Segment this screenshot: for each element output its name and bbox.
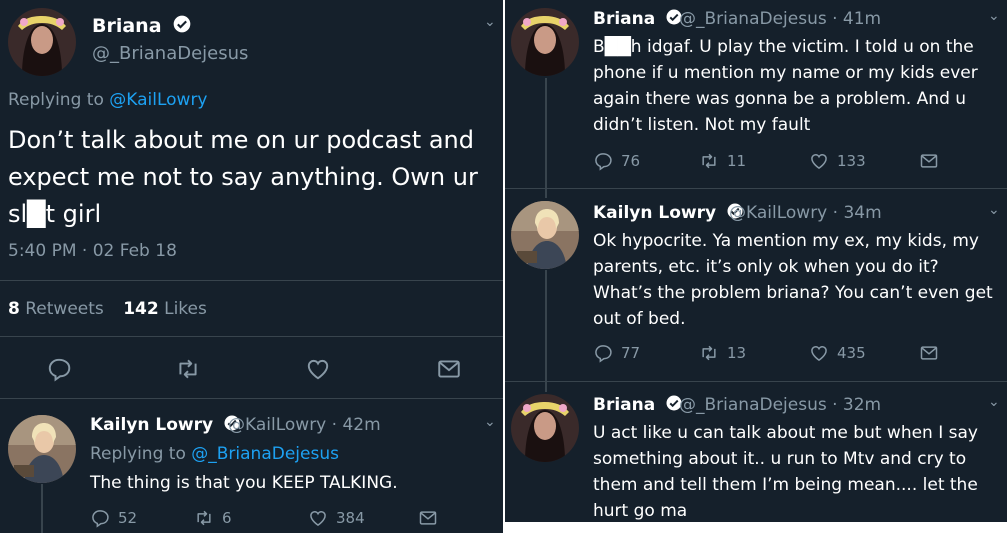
chevron-down-icon[interactable]: ⌄ — [988, 8, 1000, 24]
tweet-text: U act like u can talk about me but when … — [593, 423, 978, 521]
like-count: 435 — [837, 344, 866, 362]
retweet-icon — [699, 343, 719, 363]
dm-icon[interactable] — [436, 356, 462, 382]
retweet-button[interactable]: 11 — [699, 151, 809, 171]
like-icon — [308, 508, 328, 528]
divider — [0, 398, 503, 399]
author-handle[interactable]: @KailLowry · 34m — [729, 203, 882, 223]
thread-panel: Briana @_BrianaDejesus · 41m ⌄ B██h idga… — [505, 0, 1007, 522]
tweet-actions: 52 6 384 — [90, 508, 438, 528]
author-handle[interactable]: @_BrianaDejesus · 41m — [679, 9, 881, 29]
reply-button[interactable]: 52 — [90, 508, 194, 528]
retweet-count: 13 — [727, 344, 747, 362]
dm-icon — [919, 151, 939, 171]
divider — [0, 280, 503, 281]
dm-button[interactable] — [418, 508, 438, 528]
reply-count: 52 — [118, 509, 138, 527]
like-icon — [809, 343, 829, 363]
replying-label: Replying to — [8, 90, 104, 110]
replying-to-line: Replying to @KailLowry — [8, 90, 208, 110]
divider — [505, 381, 1007, 382]
reply-icon — [593, 343, 613, 363]
chevron-down-icon[interactable]: ⌄ — [988, 202, 1000, 218]
tweet-text: The thing is that you KEEP TALKING. — [90, 473, 398, 493]
retweet-button[interactable]: 13 — [699, 343, 809, 363]
replying-to-link[interactable]: @KailLowry — [109, 90, 207, 110]
reply-icon[interactable] — [46, 356, 72, 382]
thread-line — [41, 484, 43, 533]
avatar[interactable] — [511, 394, 579, 462]
author-name[interactable]: Kailyn Lowry — [90, 414, 241, 435]
divider — [0, 336, 503, 337]
reply-icon — [593, 151, 613, 171]
chevron-down-icon[interactable]: ⌄ — [484, 14, 496, 30]
thread-line — [545, 78, 547, 198]
like-button[interactable]: 133 — [809, 151, 919, 171]
author-name[interactable]: Kailyn Lowry — [593, 202, 744, 223]
dm-button[interactable] — [919, 343, 939, 363]
tweet-actions: 77 13 435 — [593, 343, 939, 363]
replying-to-line: Replying to @_BrianaDejesus — [90, 444, 339, 464]
avatar-image — [511, 394, 579, 462]
author-handle[interactable]: @_BrianaDejesus · 32m — [679, 395, 881, 415]
avatar[interactable] — [8, 415, 76, 483]
dm-icon — [418, 508, 438, 528]
avatar[interactable] — [511, 8, 579, 76]
retweets-count[interactable]: 8 — [8, 299, 20, 319]
tweet-actions: 76 11 133 — [593, 151, 939, 171]
likes-count[interactable]: 142 — [123, 299, 159, 319]
retweet-button[interactable]: 6 — [194, 508, 308, 528]
replying-label: Replying to — [90, 444, 186, 464]
like-button[interactable]: 435 — [809, 343, 919, 363]
avatar[interactable] — [8, 8, 76, 76]
reply-icon — [90, 508, 110, 528]
avatar-image — [511, 201, 579, 269]
reply-count: 76 — [621, 152, 641, 170]
avatar-image — [8, 415, 76, 483]
reply-button[interactable]: 77 — [593, 343, 699, 363]
verified-badge-icon — [172, 14, 192, 34]
retweet-icon — [699, 151, 719, 171]
main-tweet-panel: Briana @_BrianaDejesus ⌄ Replying to @Ka… — [0, 0, 503, 533]
like-icon[interactable] — [305, 356, 331, 382]
author-name[interactable]: Briana — [593, 394, 683, 415]
reply-button[interactable]: 76 — [593, 151, 699, 171]
avatar-image — [511, 8, 579, 76]
like-button[interactable]: 384 — [308, 508, 418, 528]
author-name[interactable]: Briana — [593, 8, 683, 29]
like-icon — [809, 151, 829, 171]
tweet-text: B██h idgaf. U play the victim. I told u … — [593, 37, 978, 135]
tweet-stats: 8 Retweets 142 Likes — [8, 299, 207, 319]
author-handle[interactable]: @_BrianaDejesus — [92, 43, 248, 64]
retweets-label[interactable]: Retweets — [25, 299, 104, 319]
thread-line — [545, 270, 547, 392]
dm-icon — [919, 343, 939, 363]
retweet-count: 11 — [727, 152, 747, 170]
tweet-text: Don’t talk about me on ur podcast and ex… — [8, 126, 478, 228]
chevron-down-icon[interactable]: ⌄ — [988, 394, 1000, 410]
replying-to-link[interactable]: @_BrianaDejesus — [191, 444, 339, 464]
like-count: 133 — [837, 152, 866, 170]
retweet-icon — [194, 508, 214, 528]
avatar-image — [8, 8, 76, 76]
author-handle[interactable]: @KailLowry · 42m — [228, 415, 381, 435]
likes-label[interactable]: Likes — [164, 299, 207, 319]
retweet-count: 6 — [222, 509, 232, 527]
tweet-text: Ok hypocrite. Ya mention my ex, my kids,… — [593, 231, 993, 329]
avatar[interactable] — [511, 201, 579, 269]
chevron-down-icon[interactable]: ⌄ — [484, 414, 496, 430]
author-name[interactable]: Briana — [92, 14, 192, 37]
retweet-icon[interactable] — [175, 356, 201, 382]
divider — [505, 188, 1007, 189]
tweet-timestamp[interactable]: 5:40 PM · 02 Feb 18 — [8, 241, 177, 261]
like-count: 384 — [336, 509, 365, 527]
reply-count: 77 — [621, 344, 641, 362]
dm-button[interactable] — [919, 151, 939, 171]
